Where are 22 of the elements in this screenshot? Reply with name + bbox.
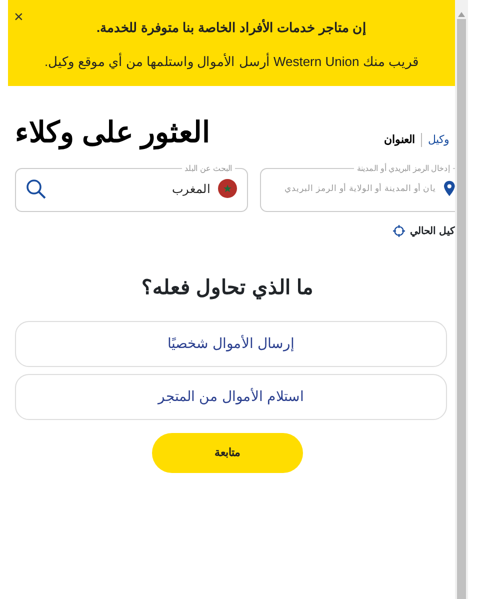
field-label: إدخال الرمز البريدي أو المدينة bbox=[356, 164, 451, 173]
flag-icon bbox=[218, 179, 237, 198]
current-location-link[interactable]: كيل الحالي bbox=[410, 224, 455, 239]
country-value: المغرب bbox=[171, 180, 210, 198]
field-label: البحث عن البلد bbox=[184, 164, 233, 173]
page-heading: العثور على وكلاء bbox=[15, 116, 210, 151]
option-button[interactable]: استلام الأموال من المتجر bbox=[15, 374, 447, 420]
option-button[interactable]: إرسال الأموال شخصيًا bbox=[15, 320, 447, 367]
map-pin-icon bbox=[444, 180, 455, 198]
scroll-up-icon[interactable] bbox=[458, 12, 465, 17]
banner-message: قريب منك Western Union أرسل الأموال واستلمها من أي موقع وكيل. bbox=[44, 52, 420, 71]
continue-button[interactable]: متابعة bbox=[152, 432, 303, 473]
country-field[interactable]: البحث عن البلد المغرب bbox=[15, 164, 248, 212]
tab[interactable]: العنوان bbox=[378, 132, 421, 149]
search-icon[interactable] bbox=[26, 178, 46, 199]
crosshair-icon bbox=[393, 225, 406, 238]
banner-title: إن متاجر خدمات الأفراد الخاصة بنا متوفرة للخدمة. bbox=[96, 18, 368, 38]
question-heading: ما الذي تحاول فعله؟ bbox=[140, 276, 314, 302]
tab[interactable]: وكيل bbox=[422, 132, 455, 149]
close-button[interactable]: × bbox=[12, 8, 26, 28]
scrollbar-thumb[interactable] bbox=[457, 19, 466, 599]
scrollbar[interactable] bbox=[455, 0, 468, 599]
